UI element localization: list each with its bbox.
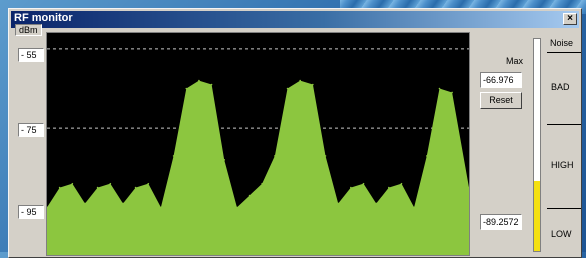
spectrum-point — [312, 83, 314, 86]
spectrum-point — [248, 194, 251, 197]
spectrum-point — [388, 186, 390, 189]
spectrum-point — [362, 182, 365, 185]
max-label: Max — [506, 56, 524, 66]
noise-scale-divider — [547, 124, 581, 125]
spectrum-point — [286, 87, 289, 90]
y-tick-label: - 55 — [18, 48, 44, 62]
spectrum-point — [426, 155, 428, 157]
spectrum-point — [337, 202, 339, 205]
spectrum-point — [413, 206, 415, 209]
unit-label: dBm — [15, 24, 42, 36]
noise-meter — [533, 38, 541, 252]
spectrum-point — [71, 182, 74, 185]
spectrum-point — [122, 202, 124, 205]
reset-button[interactable]: Reset — [480, 92, 522, 109]
rf-spectrum-plot — [46, 32, 470, 256]
spectrum-point — [451, 91, 453, 94]
spectrum-point — [261, 182, 264, 185]
noise-level-high: HIGH — [551, 160, 574, 170]
spectrum-point — [172, 155, 175, 157]
window-title: RF monitor — [14, 12, 73, 24]
spectrum-point — [400, 182, 403, 185]
noise-scale-divider — [547, 52, 581, 53]
spectrum-point — [236, 206, 238, 209]
noise-scale-divider — [547, 208, 581, 209]
spectrum-point — [299, 79, 301, 82]
noise-meter-fill — [534, 181, 540, 251]
spectrum-point — [375, 202, 377, 205]
spectrum-point — [96, 186, 99, 189]
spectrum-point — [58, 186, 61, 189]
spectrum-point — [350, 186, 352, 189]
current-value-field: -89.2572 — [480, 214, 522, 230]
spectrum-point — [223, 159, 226, 161]
spectrum-point — [324, 155, 327, 157]
spectrum-point — [147, 182, 150, 185]
spectrum-chart — [47, 48, 469, 255]
spectrum-point — [160, 206, 162, 209]
spectrum-point — [274, 155, 276, 157]
noise-title: Noise — [550, 38, 574, 48]
noise-level-bad: BAD — [551, 82, 570, 92]
max-value-field: -66.976 — [480, 72, 522, 88]
spectrum-point — [109, 182, 112, 185]
title-bar[interactable]: RF monitor × — [11, 11, 579, 28]
spectrum-trace-area — [47, 80, 469, 255]
spectrum-point — [84, 202, 86, 205]
spectrum-point — [134, 186, 137, 189]
close-button[interactable]: × — [563, 13, 577, 25]
spectrum-point — [198, 79, 200, 82]
y-tick-label: - 75 — [18, 123, 44, 137]
noise-level-low: LOW — [551, 229, 572, 239]
spectrum-point — [185, 87, 188, 90]
y-tick-label: - 95 — [18, 205, 44, 219]
spectrum-point — [210, 83, 213, 86]
spectrum-point — [438, 87, 441, 90]
